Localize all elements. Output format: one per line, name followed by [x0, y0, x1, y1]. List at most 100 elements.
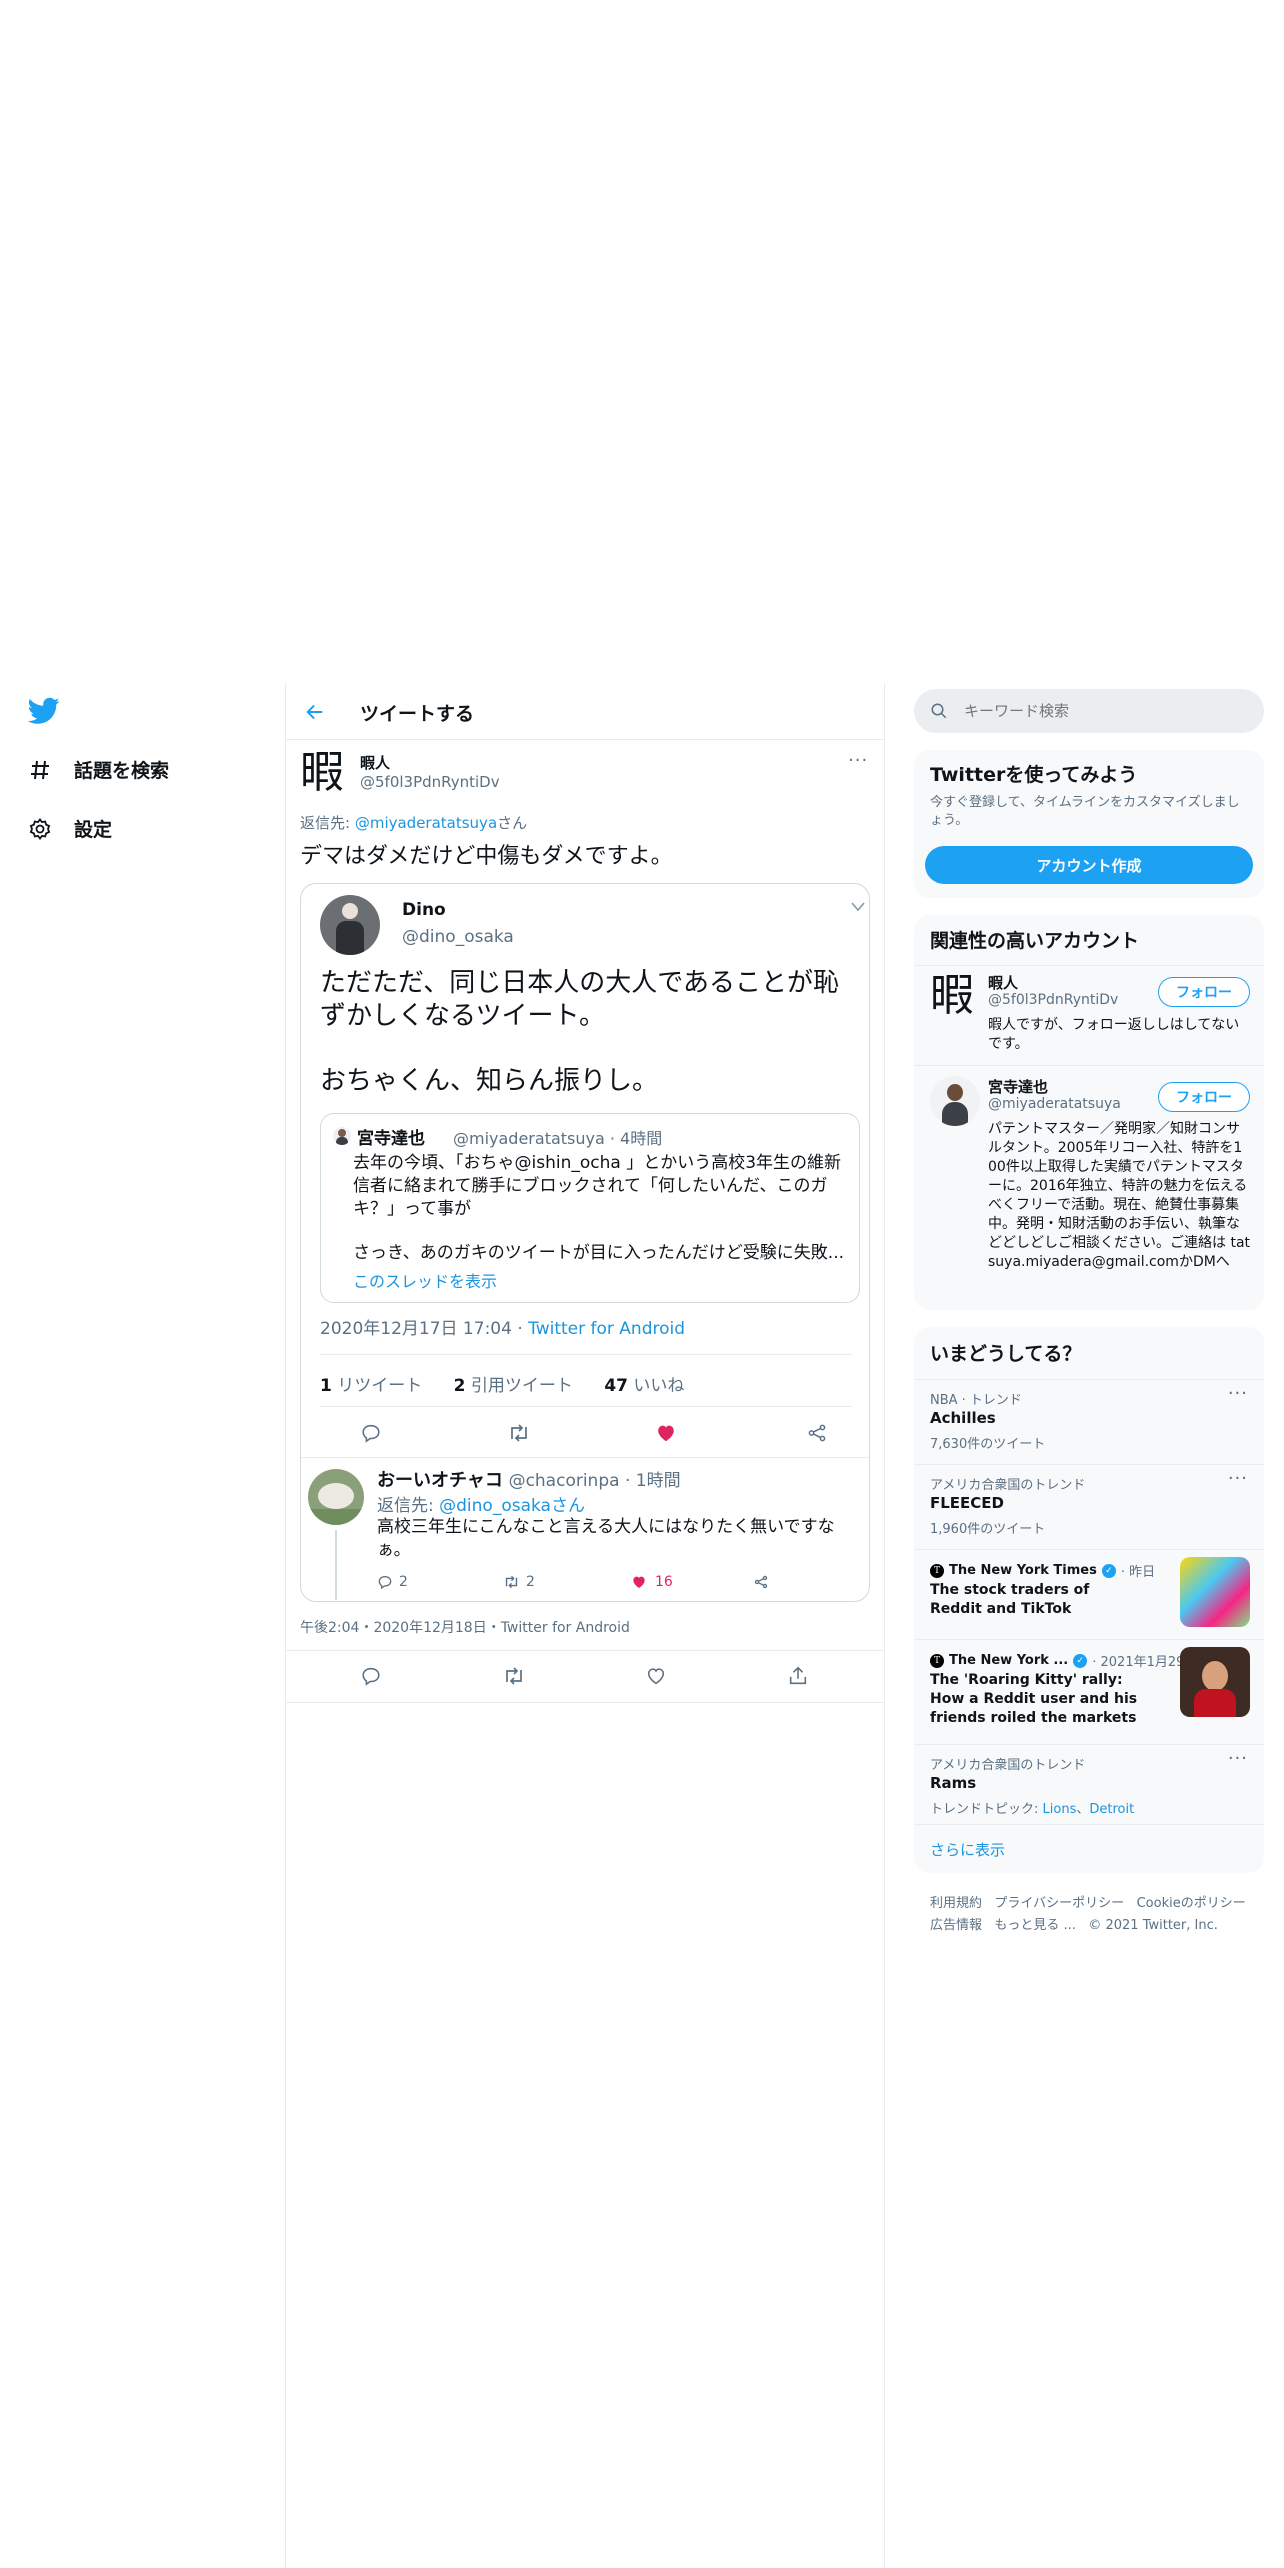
relevant-title: 関連性の高いアカウント [930, 930, 1140, 952]
news-source-row: T The New York ... ✓ · 2021年1月29日 [930, 1651, 1197, 1670]
trend-count: 7,630件のツイート [930, 1437, 1046, 1452]
divider [320, 1354, 852, 1355]
signup-title: Twitterを使ってみよう [930, 764, 1138, 786]
topic-link[interactable]: Detroit [1089, 1802, 1134, 1817]
account-name[interactable]: 暇人 [988, 972, 1018, 993]
dino-name[interactable]: Dino [402, 900, 446, 920]
embedded-tweet-card[interactable]: Dino @dino_osaka ただただ、同じ日本人の大人であることが恥ずかし… [300, 883, 870, 1602]
trends-panel: いまどうしてる？ NBA · トレンド Achilles 7,630件のツイート… [914, 1327, 1264, 1873]
reply-handle-time[interactable]: @chacorinpa · 1時間 [509, 1471, 681, 1491]
quoted-avatar [333, 1127, 351, 1145]
footer-terms[interactable]: 利用規約 [930, 1896, 982, 1911]
retweets-stat[interactable]: 1 リツイート [320, 1376, 422, 1396]
trend-name: Achilles [930, 1409, 996, 1427]
left-column-divider [285, 683, 286, 2568]
gear-icon [28, 817, 52, 841]
reply-likes[interactable]: 16 [631, 1574, 673, 1590]
reply-author-name[interactable]: おーいオチャコ [377, 1470, 503, 1491]
show-more-link[interactable]: さらに表示 [930, 1839, 1005, 1860]
divider [320, 1406, 852, 1407]
footer-cookies[interactable]: Cookieのポリシー [1137, 1896, 1246, 1911]
chevron-down-icon[interactable] [851, 902, 865, 912]
dino-handle[interactable]: @dino_osaka [402, 927, 514, 947]
nav-explore[interactable]: 話題を検索 [28, 756, 169, 783]
page-header: ツイートする [286, 683, 884, 740]
dino-tweet-text-2: おちゃくん、知らん振りし。 [320, 1066, 659, 1096]
account-avatar[interactable] [930, 1076, 980, 1126]
trend-count: 1,960件のツイート [930, 1522, 1046, 1537]
nav-settings[interactable]: 設定 [28, 815, 112, 842]
quoted-tweet[interactable]: 宮寺達也 @miyaderatatsuya · 4時間 去年の今頃、「おちゃ@i… [320, 1113, 860, 1303]
account-handle[interactable]: @miyaderatatsuya [988, 1096, 1121, 1112]
footer-copyright: © 2021 Twitter, Inc. [1088, 1918, 1218, 1933]
share-icon[interactable] [753, 1574, 769, 1590]
reply-icon [377, 1574, 393, 1590]
more-options-icon[interactable]: ··· [1228, 1468, 1248, 1489]
footer-privacy[interactable]: プライバシーポリシー [994, 1896, 1124, 1911]
news-thumbnail [1180, 1557, 1250, 1627]
reply-suffix: さん [497, 814, 528, 832]
relevant-accounts-panel: 関連性の高いアカウント 暇 暇人 @5f0l3PdnRyntiDv フォロー 暇… [914, 915, 1264, 1310]
retweet-icon[interactable] [507, 1422, 531, 1444]
account-handle[interactable]: @5f0l3PdnRyntiDv [988, 992, 1118, 1008]
reply-retweets[interactable]: 2 [503, 1574, 535, 1590]
reply-header: おーいオチャコ @chacorinpa · 1時間 [377, 1466, 681, 1492]
quotes-stat[interactable]: 2 引用ツイート [454, 1376, 573, 1396]
dino-avatar[interactable] [320, 895, 380, 955]
reply-icon[interactable] [360, 1422, 382, 1444]
thread-line [335, 1530, 337, 1600]
search-input[interactable] [964, 699, 1244, 723]
share-icon[interactable] [806, 1422, 828, 1444]
liked-heart-icon[interactable] [655, 1422, 677, 1444]
quoted-text-2: さっき、あのガキのツイートが目に入ったんだけど受験に失敗... [353, 1243, 845, 1263]
reply-context-inner: 返信先: @dino_osakaさん [377, 1496, 585, 1516]
show-thread-link[interactable]: このスレッドを表示 [353, 1268, 497, 1292]
footer-more[interactable]: もっと見る ... [994, 1918, 1076, 1933]
follow-button[interactable]: フォロー [1158, 1082, 1250, 1112]
news-source: The New York Times [949, 1563, 1097, 1578]
stats-row: 1 リツイート 2 引用ツイート 47 いいね [320, 1371, 684, 1396]
trend-name: Rams [930, 1774, 977, 1792]
retweet-icon [503, 1574, 520, 1590]
footer-ads[interactable]: 広告情報 [930, 1918, 982, 1933]
news-item[interactable]: T The New York ... ✓ · 2021年1月29日 The 'R… [914, 1639, 1264, 1744]
dino-source-link[interactable]: Twitter for Android [528, 1319, 685, 1339]
reply-avatar[interactable] [308, 1469, 364, 1525]
account-avatar[interactable]: 暇 [930, 971, 980, 1021]
page-title: ツイートする [360, 703, 475, 725]
news-item[interactable]: T The New York Times ✓ · 昨日 The stock tr… [914, 1549, 1264, 1639]
reply-to-link[interactable]: @miyaderatatsuya [355, 814, 497, 832]
topic-link[interactable]: Lions [1043, 1802, 1077, 1817]
tweet-text: デマはダメだけど中傷もダメですよ。 [300, 844, 673, 869]
trend-item[interactable]: アメリカ合衆国のトレンド Rams トレンドトピック: Lions、Detroi… [914, 1744, 1264, 1824]
twitter-logo-icon[interactable] [28, 697, 60, 725]
trend-item[interactable]: アメリカ合衆国のトレンド FLEECED 1,960件のツイート ··· [914, 1464, 1264, 1549]
follow-button[interactable]: フォロー [1158, 977, 1250, 1007]
likes-stat[interactable]: 47 いいね [604, 1376, 684, 1396]
upload-share-icon[interactable] [787, 1665, 809, 1687]
back-arrow-icon[interactable] [304, 701, 326, 723]
retweet-icon[interactable] [502, 1665, 526, 1687]
divider [914, 1065, 1264, 1066]
like-heart-icon[interactable] [645, 1665, 667, 1687]
reply-icon[interactable] [360, 1665, 382, 1687]
more-options-icon[interactable]: ··· [1228, 1383, 1248, 1404]
quoted-text: 去年の今頃、「おちゃ@ishin_ocha 」とかいう高校3年生の維新信者に絡ま… [353, 1153, 842, 1219]
reply-replies[interactable]: 2 [377, 1574, 408, 1590]
trend-meta: NBA · トレンド [930, 1393, 1022, 1408]
more-options-icon[interactable]: ··· [848, 750, 868, 771]
more-options-icon[interactable]: ··· [1228, 1748, 1248, 1769]
news-thumbnail [1180, 1647, 1250, 1717]
avatar[interactable]: 暇 [300, 748, 350, 798]
verified-badge-icon: ✓ [1073, 1653, 1088, 1668]
search-bar[interactable] [914, 689, 1264, 733]
author-name[interactable]: 暇人 [360, 752, 390, 773]
trend-item[interactable]: NBA · トレンド Achilles 7,630件のツイート ··· [914, 1379, 1264, 1464]
author-handle[interactable]: @5f0l3PdnRyntiDv [360, 773, 500, 791]
tweet-timestamp[interactable]: 午後2:04・2020年12月18日・Twitter for Android [300, 1617, 630, 1637]
search-icon [930, 702, 948, 720]
create-account-button[interactable]: アカウント作成 [925, 846, 1253, 884]
account-name[interactable]: 宮寺達也 [988, 1076, 1048, 1097]
reply-to-dino-link[interactable]: @dino_osakaさん [439, 1496, 585, 1516]
trend-meta: アメリカ合衆国のトレンド [930, 1758, 1086, 1773]
